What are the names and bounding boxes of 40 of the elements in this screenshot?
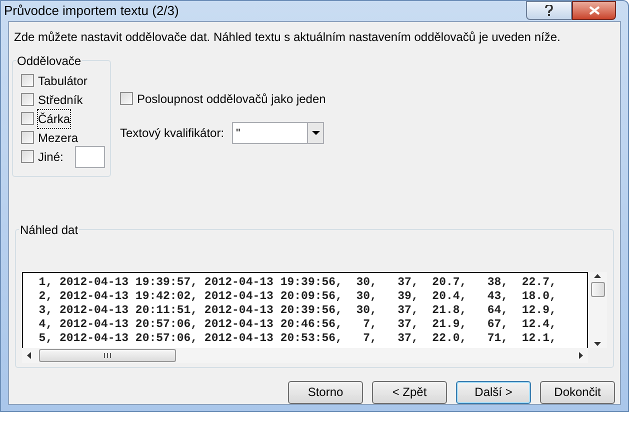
checkbox[interactable] xyxy=(21,131,34,144)
dialog-button[interactable]: Dokončit xyxy=(540,380,615,404)
qualifier-dropdown[interactable]: " xyxy=(232,122,324,144)
qualifier-label: Textový kvalifikátor: xyxy=(120,124,226,142)
vertical-scrollbar[interactable] xyxy=(588,272,607,348)
help-icon xyxy=(545,5,553,16)
other-separator-field[interactable] xyxy=(75,146,106,168)
scroll-thumb[interactable] xyxy=(590,282,604,297)
horizontal-scrollbar[interactable] xyxy=(22,348,588,362)
scroll-thumb[interactable] xyxy=(39,348,176,362)
scroll-right-icon xyxy=(579,352,583,358)
caret-icon xyxy=(312,130,320,134)
checkbox-label: Středník xyxy=(38,92,83,108)
scroll-left-icon xyxy=(27,352,31,358)
checkbox-label: Posloupnost oddělovačů jako jeden xyxy=(137,90,326,108)
help-button[interactable] xyxy=(526,1,572,20)
close-icon xyxy=(588,6,600,15)
preview-row-text: 2, 2012-04-13 19:42:02, 2012-04-13 20:09:56, 30, 39, 20.4, 43, 18.0, xyxy=(38,290,558,304)
preview-row-text: 4, 2012-04-13 20:57:06, 2012-04-13 20:46:56, 7, 37, 21.9, 67, 12.4, xyxy=(38,318,558,332)
checkbox[interactable] xyxy=(21,150,34,163)
checkbox[interactable] xyxy=(21,112,34,125)
preview-row-text: 5, 2012-04-13 20:57:06, 2012-04-13 20:53:56, 7, 37, 22.0, 71, 12.1, xyxy=(38,332,558,346)
checkbox[interactable] xyxy=(21,74,34,87)
checkbox-label: Mezera xyxy=(38,130,78,146)
preview-row-text: 1, 2012-04-13 19:39:57, 2012-04-13 19:39:56, 30, 37, 20.7, 38, 22.7, xyxy=(38,276,558,290)
dialog-button[interactable]: Storno xyxy=(288,380,363,404)
checkbox[interactable] xyxy=(120,92,133,105)
checkbox[interactable] xyxy=(21,93,34,106)
dialog-button[interactable]: Další > xyxy=(456,380,531,404)
dialog-button[interactable]: < Zpět xyxy=(372,380,447,404)
checkbox-label: Tabulátor xyxy=(38,72,88,90)
checkbox-label: Čárka xyxy=(38,110,70,128)
instruction-text: Zde můžete nastavit oddělovače dat. Náhled textu s aktuálním nastavením oddělovačů je uveden níže. xyxy=(14,28,562,46)
grip-icon xyxy=(104,352,111,358)
close-button[interactable] xyxy=(572,1,616,20)
preview-row-text: 3, 2012-04-13 20:11:51, 2012-04-13 20:39:56, 30, 37, 21.8, 64, 12.9, xyxy=(38,304,558,318)
window-title: Průvodce importem textu (2/3) xyxy=(4,2,179,20)
scroll-up-icon xyxy=(594,274,601,278)
scroll-down-icon xyxy=(594,342,601,346)
checkbox-label: Jiné: xyxy=(38,148,64,166)
